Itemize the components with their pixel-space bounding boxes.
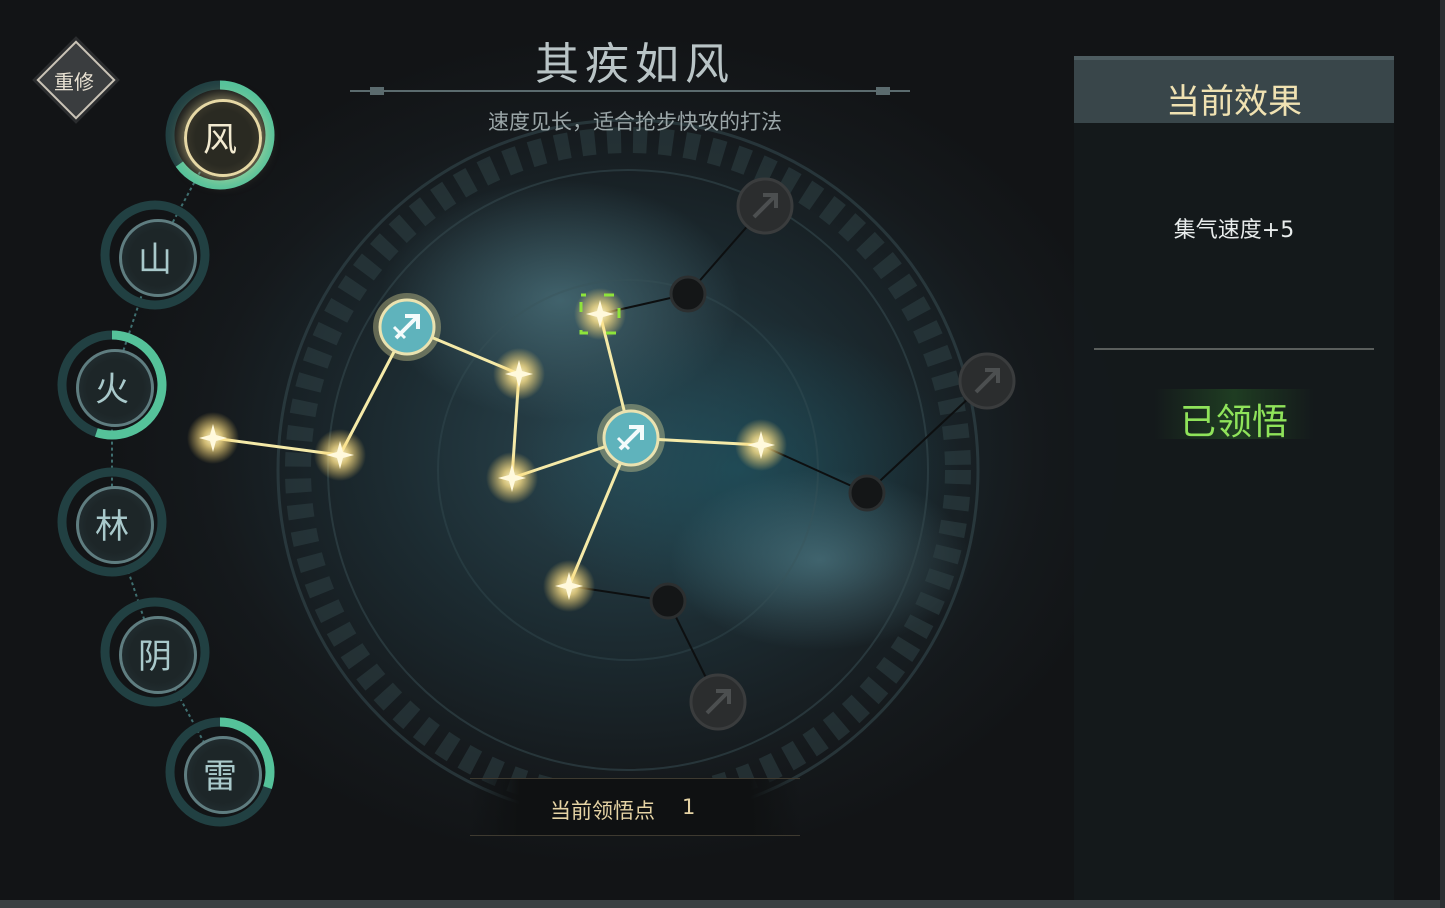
- learned-status-badge: 已领悟: [1154, 389, 1314, 443]
- lit-star-node[interactable]: [543, 560, 595, 612]
- effect-description: 集气速度+5: [1173, 218, 1295, 243]
- panel-divider: [1094, 348, 1374, 350]
- effect-panel: 当前效果 集气速度+5 已领悟: [1074, 56, 1394, 908]
- lit-star-node[interactable]: [187, 412, 239, 464]
- locked-point-node[interactable]: [649, 582, 687, 620]
- insight-points-label: 当前领悟点: [550, 799, 655, 823]
- selected-star-node[interactable]: [574, 288, 626, 340]
- locked-skill-node[interactable]: [958, 352, 1016, 410]
- effect-panel-title: 当前效果: [1166, 82, 1302, 122]
- screen-frame-bottom: [0, 900, 1445, 908]
- insight-points-bar: 当前领悟点 1: [470, 778, 800, 836]
- locked-skill-node[interactable]: [736, 177, 794, 235]
- lit-star-node[interactable]: [493, 348, 545, 400]
- lit-star-node[interactable]: [735, 419, 787, 471]
- locked-skill-node[interactable]: [689, 673, 747, 731]
- skill-node-arrow[interactable]: [373, 293, 441, 361]
- effect-panel-header: 当前效果: [1074, 56, 1394, 123]
- learned-status-text: 已领悟: [1179, 402, 1288, 443]
- insight-points-value: 1: [682, 795, 696, 819]
- game-screen: 重修 风 山 火 林 阴 雷 其疾如风 速度见长，适合抢步快攻的打法 当前领悟点…: [0, 0, 1445, 908]
- skill-node-arrow[interactable]: [597, 404, 665, 472]
- screen-frame-right: [1440, 0, 1445, 908]
- locked-point-node[interactable]: [669, 275, 707, 313]
- lit-star-node[interactable]: [486, 452, 538, 504]
- lit-star-node[interactable]: [314, 429, 366, 481]
- locked-point-node[interactable]: [848, 474, 886, 512]
